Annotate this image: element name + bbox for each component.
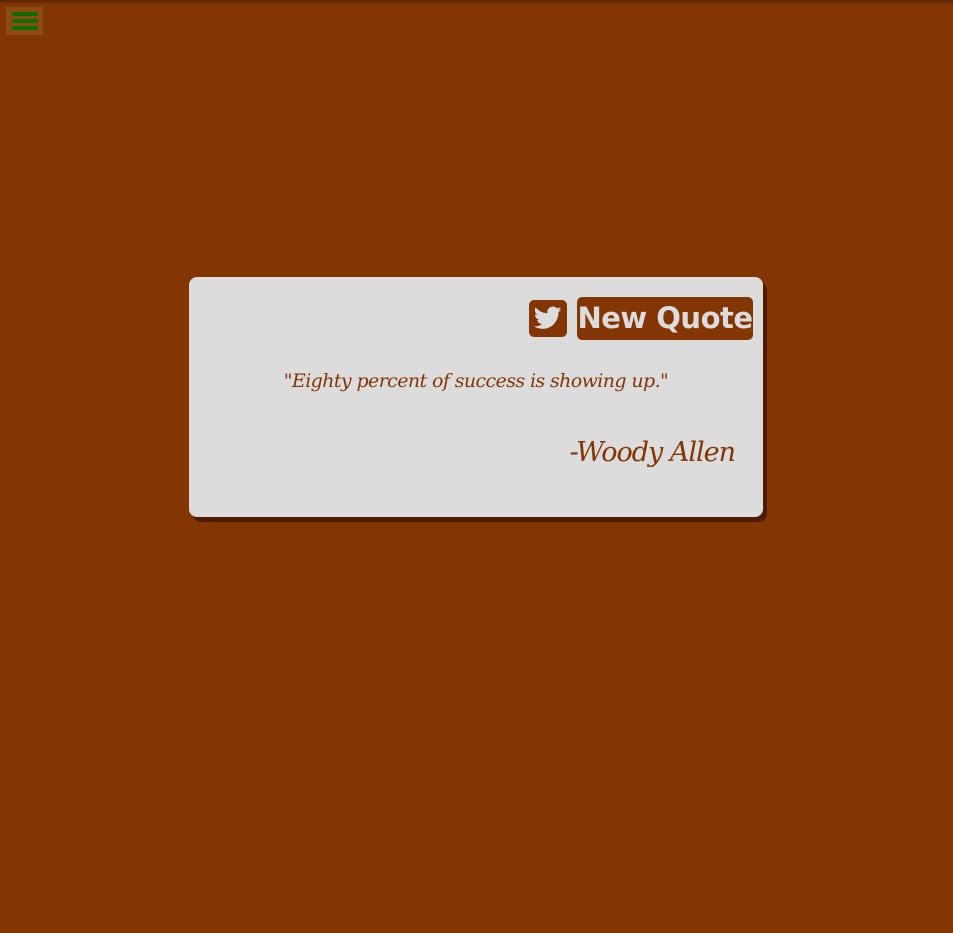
quote-author: -Woody Allen — [569, 437, 736, 468]
quote-text: "Eighty percent of success is showing up… — [283, 370, 669, 392]
menu-button[interactable] — [5, 6, 44, 36]
top-shadow — [0, 0, 953, 4]
quote-card: New Quote "Eighty percent of success is … — [189, 277, 763, 517]
new-quote-button[interactable]: New Quote — [577, 297, 753, 340]
twitter-icon — [534, 306, 562, 329]
tweet-button[interactable] — [529, 300, 567, 337]
